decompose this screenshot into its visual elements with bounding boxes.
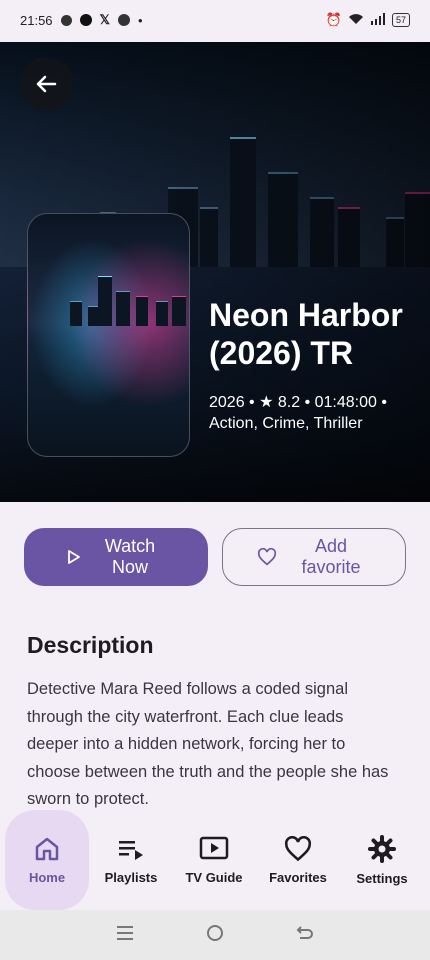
bottom-nav: Home Playlists TV Guide Favorites Settin… (0, 810, 430, 910)
home-icon (35, 837, 59, 860)
x-icon: 𝕏 (99, 12, 111, 27)
wifi-icon (348, 13, 364, 28)
back-button[interactable] (19, 57, 73, 111)
playlist-icon (119, 840, 143, 860)
status-bar: 21:56 𝕏 • ⏰ 57 (0, 0, 430, 40)
watch-now-button[interactable]: Watch Now (24, 528, 208, 586)
add-favorite-label: Add favorite (301, 536, 361, 577)
home-system-icon[interactable] (206, 924, 224, 947)
messenger-icon (118, 14, 131, 26)
description-heading: Description (27, 632, 154, 658)
nav-settings-label: Settings (356, 870, 408, 886)
movie-title: Neon Harbor (2026) TR (209, 297, 403, 371)
recent-apps-icon[interactable] (116, 925, 134, 946)
notification-icon (60, 14, 72, 26)
heart-icon (284, 835, 312, 861)
movie-meta: 2026 • ★ 8.2 • 01:48:00 • Action, Crime,… (209, 394, 387, 432)
nav-playlists[interactable]: Playlists (96, 810, 166, 910)
nav-tv-guide[interactable]: TV Guide (180, 810, 248, 910)
nav-favorites[interactable]: Favorites (263, 810, 333, 910)
arrow-left-icon (36, 75, 57, 93)
spotify-icon (79, 14, 92, 26)
alarm-icon: ⏰ (325, 12, 342, 27)
signal-icon (370, 12, 386, 28)
battery-icon: 57 (391, 13, 410, 27)
play-icon (68, 550, 80, 564)
back-system-icon[interactable] (296, 925, 314, 946)
nav-tv-guide-label: TV Guide (185, 869, 243, 885)
nav-home[interactable]: Home (5, 810, 89, 910)
nav-home-label: Home (28, 869, 66, 885)
watch-now-label: Watch Now (104, 536, 156, 577)
movie-poster (27, 213, 190, 457)
dot-icon: • (138, 12, 143, 28)
gear-icon (368, 834, 396, 863)
system-nav-bar (0, 910, 430, 960)
nav-playlists-label: Playlists (104, 869, 158, 885)
status-time: 21:56 (20, 12, 53, 28)
heart-outline-icon (257, 548, 277, 566)
add-favorite-button[interactable]: Add favorite (222, 528, 406, 586)
tv-guide-icon (199, 836, 229, 859)
nav-favorites-label: Favorites (269, 869, 327, 885)
nav-settings[interactable]: Settings (350, 810, 414, 910)
description-text: Detective Mara Reed follows a coded sign… (27, 680, 389, 808)
